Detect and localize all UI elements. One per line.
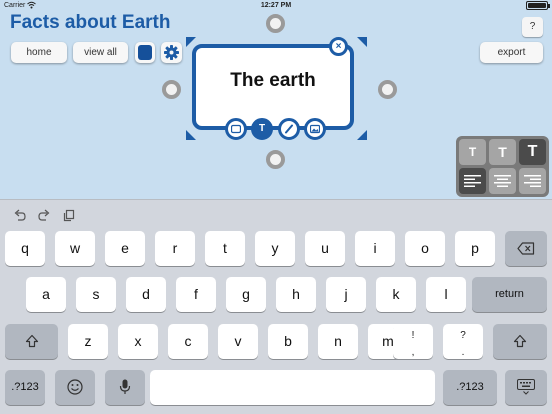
corner-marker [357,37,367,47]
resize-handle-top[interactable] [266,14,285,33]
close-card-button[interactable]: × [329,37,348,56]
align-center-icon [494,175,511,187]
key-f[interactable]: f [176,277,216,312]
resize-handle-right[interactable] [378,80,397,99]
align-center-button[interactable] [489,168,516,194]
return-key[interactable]: return [472,277,547,312]
text-size-small-button[interactable]: T [459,139,486,165]
numbers-key-right[interactable]: .?123 [443,370,497,405]
keyboard-hide-icon [517,379,535,395]
key-exclamation-comma[interactable]: ! , [393,324,433,359]
resize-handle-bottom[interactable] [266,150,285,169]
text-card[interactable]: The earth [192,44,354,130]
emoji-key[interactable] [55,370,95,405]
align-right-icon [524,175,541,187]
corner-marker [186,130,196,140]
key-c[interactable]: c [168,324,208,359]
pen-icon [285,124,293,134]
dictation-key[interactable] [105,370,145,405]
paste-icon[interactable] [62,208,76,222]
key-a[interactable]: a [26,277,66,312]
key-n[interactable]: n [318,324,358,359]
help-button[interactable]: ? [522,17,543,37]
key-o[interactable]: o [405,231,445,266]
key-z[interactable]: z [68,324,108,359]
battery-icon [526,1,550,10]
align-left-icon [464,175,481,187]
card-style-tool[interactable] [225,118,247,140]
key-b[interactable]: b [268,324,308,359]
shift-icon [25,334,38,348]
shift-key-left[interactable] [5,324,58,359]
key-v[interactable]: v [218,324,258,359]
card-text[interactable]: The earth [196,70,350,92]
hide-keyboard-key[interactable] [505,370,547,405]
shift-key-right[interactable] [493,324,547,359]
home-button[interactable]: home [11,42,67,63]
color-picker-button[interactable] [135,42,155,63]
text-size-medium-button[interactable]: T [489,139,516,165]
key-g[interactable]: g [226,277,266,312]
view-all-button[interactable]: view all [73,42,128,63]
key-question-period[interactable]: ? . [443,324,483,359]
text-tool[interactable]: T [251,118,273,140]
card-icon [231,124,241,134]
status-bar: Carrier 12:27 PM [0,0,552,12]
settings-button[interactable] [161,42,182,63]
align-right-button[interactable] [519,168,546,194]
resize-handle-left[interactable] [162,80,181,99]
redo-icon[interactable] [37,208,51,222]
key-i[interactable]: i [355,231,395,266]
gear-icon [164,45,179,60]
keyboard-shortcut-bar [0,200,552,232]
corner-marker [357,130,367,140]
key-w[interactable]: w [55,231,95,266]
image-tool[interactable] [304,118,326,140]
undo-icon[interactable] [13,208,27,222]
delete-icon [517,242,535,255]
delete-key[interactable] [505,231,547,266]
pen-tool[interactable] [278,118,300,140]
numbers-key-left[interactable]: .?123 [5,370,45,405]
color-swatch [138,45,152,60]
text-tool-label: T [258,123,266,134]
key-d[interactable]: d [126,277,166,312]
key-h[interactable]: h [276,277,316,312]
clock: 12:27 PM [260,2,292,9]
key-r[interactable]: r [155,231,195,266]
image-icon [310,124,320,134]
key-u[interactable]: u [305,231,345,266]
on-screen-keyboard: q w e r t y u i o p a s d f g h j k l re… [0,199,552,414]
key-j[interactable]: j [326,277,366,312]
align-left-button[interactable] [459,168,486,194]
microphone-icon [119,379,131,394]
space-key[interactable] [150,370,435,405]
emoji-icon [67,379,83,395]
page-title: Facts about Earth [10,12,171,33]
key-p[interactable]: p [455,231,495,266]
key-k[interactable]: k [376,277,416,312]
shift-icon [513,334,527,348]
key-s[interactable]: s [76,277,116,312]
key-l[interactable]: l [426,277,466,312]
text-format-panel: T T T [456,136,549,197]
key-t[interactable]: t [205,231,245,266]
key-q[interactable]: q [5,231,45,266]
key-e[interactable]: e [105,231,145,266]
export-button[interactable]: export [480,42,543,63]
key-y[interactable]: y [255,231,295,266]
key-x[interactable]: x [118,324,158,359]
text-size-large-button[interactable]: T [519,139,546,165]
